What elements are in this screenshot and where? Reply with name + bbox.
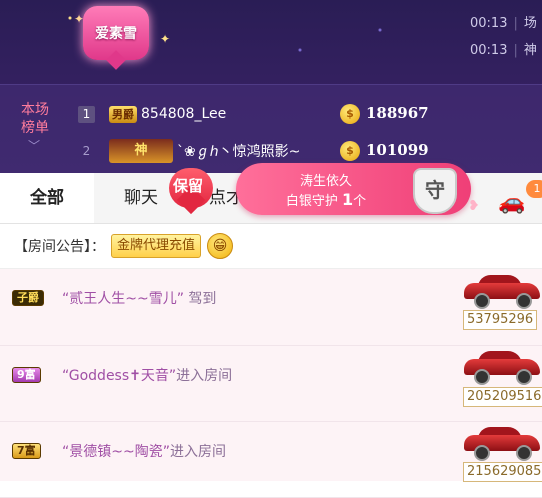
car-icon xyxy=(464,427,540,461)
guard-banner[interactable]: 涛生依久 白银守护 1个 守 xyxy=(236,163,471,215)
room-header: ✦ ✦ 爱素雪 00:13 | 场 00:13 | 神 本场 榜单 ﹀ 1 男爵… xyxy=(0,0,542,173)
user-id: 215629085 xyxy=(463,462,542,482)
keep-label: 保留 xyxy=(173,177,204,195)
sparkle-icon: ✦ xyxy=(160,32,171,46)
feed-message: “贰王人生~~雪儿” 驾到 xyxy=(62,288,216,308)
divider: | xyxy=(513,16,518,31)
list-item: 子爵 “贰王人生~~雪儿” 驾到 53795296 xyxy=(0,269,542,346)
time-label: 00:13 xyxy=(470,16,508,31)
bow-icon: ❥ xyxy=(468,198,480,214)
rank-score: 188967 xyxy=(366,104,429,122)
level-badge: 男爵 xyxy=(109,105,137,123)
room-badge-label: 爱素雪 xyxy=(95,26,137,42)
car-icon[interactable]: 🚗 xyxy=(498,190,525,215)
rank-label-line1: 本场 xyxy=(21,102,49,118)
rank-position: 2 xyxy=(82,143,91,158)
rank-username: `❀ℊℎ丶惊鸿照影~ xyxy=(177,144,301,160)
user-id: 205209516 xyxy=(463,387,542,407)
info-label: 场 xyxy=(523,16,537,31)
rank-row[interactable]: 2 神 `❀ℊℎ丶惊鸿照影~ xyxy=(78,138,300,164)
smile-icon: 😁 xyxy=(207,233,234,259)
car-icon xyxy=(464,275,540,309)
feed-username[interactable]: “Goddess✝天音” xyxy=(62,368,176,384)
top-right-info: 00:13 | 场 00:13 | 神 xyxy=(470,10,537,64)
notice-label: 【房间公告】： xyxy=(14,239,105,255)
feed-message: “景德镇~~陶瓷”进入房间 xyxy=(62,441,226,461)
feed-action: 驾到 xyxy=(183,291,217,307)
time-label: 00:13 xyxy=(470,43,508,58)
rank-row[interactable]: 1 男爵 854808_Lee xyxy=(78,101,226,127)
rank-panel: 本场 榜单 ﹀ 1 男爵 854808_Lee $ 188967 2 神 `❀ℊ… xyxy=(0,84,542,173)
guard-type: 白银守护 xyxy=(285,194,338,209)
info-label: 神 xyxy=(523,43,537,58)
divider: | xyxy=(513,43,518,58)
wealth-tag: 9富 xyxy=(12,367,41,383)
top-info-row: 00:13 | 神 xyxy=(470,37,537,64)
coin-icon: $ xyxy=(340,141,360,161)
room-notice: 【房间公告】： 金牌代理充值 😁 xyxy=(0,224,542,269)
feed-message: “Goddess✝天音”进入房间 xyxy=(62,365,232,385)
room-badge[interactable]: 爱素雪 xyxy=(83,6,149,60)
level-badge: 神 xyxy=(109,139,173,163)
rank-score: 101099 xyxy=(366,141,429,159)
feed-username[interactable]: “景德镇~~陶瓷” xyxy=(62,444,170,460)
guard-name: 涛生依久 xyxy=(299,174,352,189)
tab-chat[interactable]: 聊天 xyxy=(124,173,158,223)
feed-action: 进入房间 xyxy=(169,444,226,460)
wealth-tag: 子爵 xyxy=(12,290,44,306)
message-feed: 子爵 “贰王人生~~雪儿” 驾到 53795296 9富 “Goddess✝天音… xyxy=(0,269,542,498)
keep-heart-button[interactable]: 保留 xyxy=(163,164,221,214)
wealth-tag: 7富 xyxy=(12,443,41,459)
feed-action: 进入房间 xyxy=(176,368,233,384)
list-item: 7富 “景德镇~~陶瓷”进入房间 215629085 xyxy=(0,421,542,498)
feed-username[interactable]: “贰王人生~~雪儿” xyxy=(62,291,184,307)
rank-label-line2: 榜单 xyxy=(21,120,49,136)
guard-count: 1 xyxy=(342,190,354,209)
rank-toggle[interactable]: 本场 榜单 xyxy=(12,101,58,137)
guard-line: 白银守护 1个 xyxy=(236,190,416,209)
car-count-badge: 1 xyxy=(526,180,542,198)
agent-recharge-button[interactable]: 金牌代理充值 xyxy=(111,234,202,258)
rank-position: 1 xyxy=(78,105,95,123)
user-id: 53795296 xyxy=(463,310,538,330)
guard-unit: 个 xyxy=(353,194,367,209)
shield-icon: 守 xyxy=(413,168,457,214)
coin-icon: $ xyxy=(340,104,360,124)
chevron-down-icon[interactable]: ﹀ xyxy=(28,137,40,154)
tab-all[interactable]: 全部 xyxy=(0,173,94,223)
rank-username: 854808_Lee xyxy=(141,106,227,122)
top-info-row: 00:13 | 场 xyxy=(470,10,537,37)
list-item: 9富 “Goddess✝天音”进入房间 205209516 xyxy=(0,345,542,422)
car-icon xyxy=(464,351,540,385)
